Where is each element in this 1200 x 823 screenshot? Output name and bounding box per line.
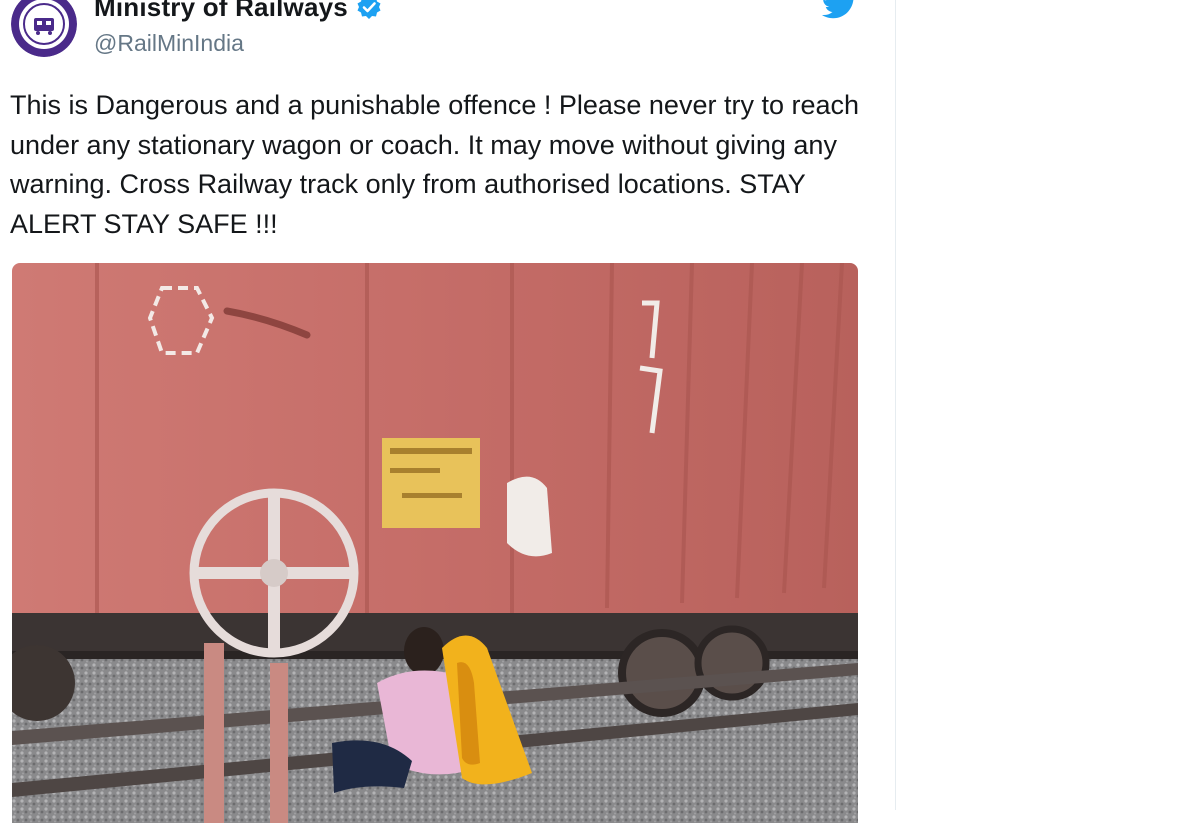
display-name-text: Ministry of Railways	[94, 0, 348, 22]
tweet-card: Ministry of Railways @RailMinIndia This …	[0, 0, 895, 823]
avatar[interactable]	[11, 0, 77, 57]
display-name[interactable]: Ministry of Railways	[94, 0, 382, 23]
wagon-photo	[12, 263, 858, 823]
verified-badge-icon	[357, 0, 381, 19]
railways-logo-avatar	[11, 0, 77, 57]
tweet-media-photo[interactable]	[12, 263, 858, 823]
twitter-bird-icon[interactable]	[822, 0, 858, 22]
tweet-text: This is Dangerous and a punishable offen…	[10, 90, 860, 239]
sidebar-divider	[895, 0, 896, 810]
handle[interactable]: @RailMinIndia	[94, 30, 244, 57]
